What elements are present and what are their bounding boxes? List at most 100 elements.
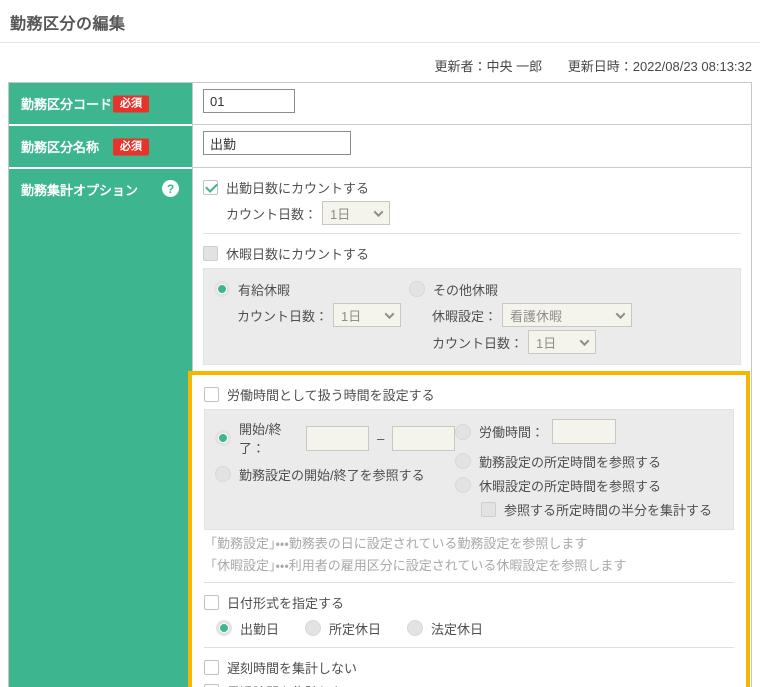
option-workday: 出勤日 (216, 617, 279, 639)
ref-start-end-radio[interactable] (215, 466, 231, 482)
paid-count-row: カウント日数： 1日 (237, 303, 409, 327)
half-aggregate-label: 参照する所定時間の半分を集計する (504, 502, 713, 518)
option-ref-start-end: 勤務設定の開始/終了を参照する (215, 463, 455, 485)
section-divider (204, 582, 734, 583)
content-cell-code (192, 83, 751, 124)
vacation-panel-right: その他休暇 休暇設定： 看護休暇 カウント日数： 1日 (409, 276, 633, 357)
ref-scheduled-radio[interactable] (455, 453, 471, 469)
vacation-setting-select[interactable]: 看護休暇 (502, 303, 633, 327)
option-half-aggregate: 参照する所定時間の半分を集計する (481, 498, 712, 520)
legal-holiday-label: 法定休日 (431, 621, 484, 637)
row-code: 勤務区分コード 必須 (9, 83, 751, 124)
legal-holiday-radio[interactable] (407, 620, 424, 636)
half-aggregate-checkbox[interactable] (481, 501, 496, 517)
label-cell-code: 勤務区分コード 必須 (9, 83, 192, 124)
option-count-vacation: 休暇日数にカウントする (203, 242, 741, 264)
count-workdays-label: 出勤日数にカウントする (226, 180, 370, 196)
workday-label: 出勤日 (240, 621, 280, 637)
no-late-label: 遅刻時間を集計しない (227, 660, 358, 676)
row-name: 勤務区分名称 必須 (9, 124, 751, 167)
section-divider (204, 647, 734, 648)
chevron-down-icon (579, 335, 590, 346)
note-vacation-setting: 「休暇設定」・・・利用者の雇用区分に設定されている休暇設定を参照します (204, 558, 627, 573)
count-days-label: カウント日数： (432, 335, 524, 351)
other-vacation-radio[interactable] (409, 281, 425, 297)
content-cell-summary: 出勤日数にカウントする カウント日数： 1日 休暇日数にカウントする 有給休暇 (188, 168, 751, 687)
work-hours-label: 労働時間： (479, 425, 545, 440)
worktime-checkbox[interactable] (204, 386, 219, 402)
code-label: 勤務区分コード (21, 97, 113, 112)
other-count-select[interactable]: 1日 (528, 330, 597, 354)
start-time-input[interactable] (306, 425, 370, 451)
count-vacation-checkbox[interactable] (203, 245, 218, 261)
vacation-panel-left: 有給休暇 カウント日数： 1日 (214, 276, 409, 357)
count-days-label: カウント日数： (226, 206, 318, 222)
option-scheduled-holiday: 所定休日 (305, 617, 381, 639)
section-divider (203, 233, 741, 234)
required-badge: 必須 (113, 95, 149, 112)
workdays-count-value: 1日 (330, 206, 351, 222)
name-input[interactable] (203, 131, 351, 155)
start-end-label: 開始/終了： (239, 422, 282, 456)
start-end-radio[interactable] (215, 430, 231, 446)
page-title: 勤務区分の編集 (10, 16, 126, 33)
option-no-late: 遅刻時間を集計しない (204, 656, 734, 678)
count-vacation-label: 休暇日数にカウントする (226, 246, 370, 262)
paid-count-value: 1日 (341, 308, 362, 324)
name-label: 勤務区分名称 (21, 140, 100, 155)
note-work-setting: 「勤務設定」・・・勤務表の日に設定されている勤務設定を参照します (204, 536, 588, 551)
updated-by: 更新者：中央 一郎 (434, 59, 543, 74)
no-early-label: 早退時間を集計しない (227, 682, 357, 687)
label-cell-summary: 勤務集計オプション ? (9, 167, 192, 687)
vacation-setting-row: 休暇設定： 看護休暇 (432, 303, 633, 327)
date-format-options: 出勤日 所定休日 法定休日 (216, 617, 734, 639)
range-separator: – (377, 430, 385, 446)
paid-count-select[interactable]: 1日 (333, 303, 402, 327)
other-vacation-label: その他休暇 (433, 282, 499, 298)
count-days-label: カウント日数： (237, 308, 329, 324)
vacation-panel: 有給休暇 カウント日数： 1日 その他休暇 休暇設定： 看護休暇 カウント日数：… (203, 268, 741, 365)
label-cell-name: 勤務区分名称 必須 (9, 124, 192, 167)
option-date-format: 日付形式を指定する (204, 591, 734, 613)
ref-scheduled-label: 勤務設定の所定時間を参照する (479, 454, 662, 470)
chevron-down-icon (384, 308, 395, 319)
updated-at: 更新日時：2022/08/23 08:13:32 (567, 59, 752, 74)
work-hours-input[interactable] (552, 419, 617, 444)
workday-radio[interactable] (216, 620, 232, 636)
no-late-checkbox[interactable] (204, 659, 219, 675)
date-format-checkbox[interactable] (204, 594, 219, 610)
option-other-vacation: その他休暇 (409, 278, 632, 300)
vacation-setting-label: 休暇設定： (432, 308, 498, 324)
worktime-panel-right: 労働時間： 勤務設定の所定時間を参照する 休暇設定の所定時間を参照する 参照する… (455, 417, 712, 522)
vacation-setting-value: 看護休暇 (510, 308, 563, 324)
option-start-end: 開始/終了： – (215, 419, 456, 457)
highlighted-section: 労働時間として扱う時間を設定する 開始/終了： – 勤務設定の開始/終了を参照す… (188, 371, 750, 687)
content-cell-name (192, 125, 751, 167)
option-count-workdays: 出勤日数にカウントする (203, 176, 741, 198)
worktime-panel-left: 開始/終了： – 勤務設定の開始/終了を参照する (215, 417, 456, 522)
option-no-early: 早退時間を集計しない (204, 680, 734, 687)
date-format-label: 日付形式を指定する (227, 595, 345, 611)
scheduled-holiday-radio[interactable] (305, 620, 322, 636)
end-time-input[interactable] (392, 425, 456, 451)
option-paid-vacation: 有給休暇 (214, 278, 409, 300)
workdays-count-row: カウント日数： 1日 (226, 201, 741, 225)
no-early-checkbox[interactable] (204, 683, 219, 687)
count-workdays-checkbox[interactable] (203, 179, 218, 195)
option-ref-scheduled: 勤務設定の所定時間を参照する (455, 450, 712, 472)
paid-vacation-radio[interactable] (214, 281, 230, 297)
work-hours-radio[interactable] (455, 423, 471, 440)
update-meta: 更新者：中央 一郎 更新日時：2022/08/23 08:13:32 (0, 43, 760, 82)
help-icon[interactable]: ? (162, 180, 179, 197)
option-ref-vacation-scheduled: 休暇設定の所定時間を参照する (455, 474, 712, 496)
workdays-count-select[interactable]: 1日 (322, 201, 391, 225)
ref-vacation-scheduled-label: 休暇設定の所定時間を参照する (479, 478, 662, 494)
worktime-panel: 開始/終了： – 勤務設定の開始/終了を参照する 労働時間： 勤務設定の所定時間… (204, 409, 734, 530)
ref-start-end-label: 勤務設定の開始/終了を参照する (239, 467, 425, 483)
chevron-down-icon (373, 206, 384, 217)
worktime-label: 労働時間として扱う時間を設定する (227, 387, 435, 403)
other-count-value: 1日 (536, 335, 557, 351)
code-input[interactable] (203, 89, 295, 113)
ref-vacation-scheduled-radio[interactable] (455, 477, 471, 493)
page-header: 勤務区分の編集 (0, 0, 760, 43)
